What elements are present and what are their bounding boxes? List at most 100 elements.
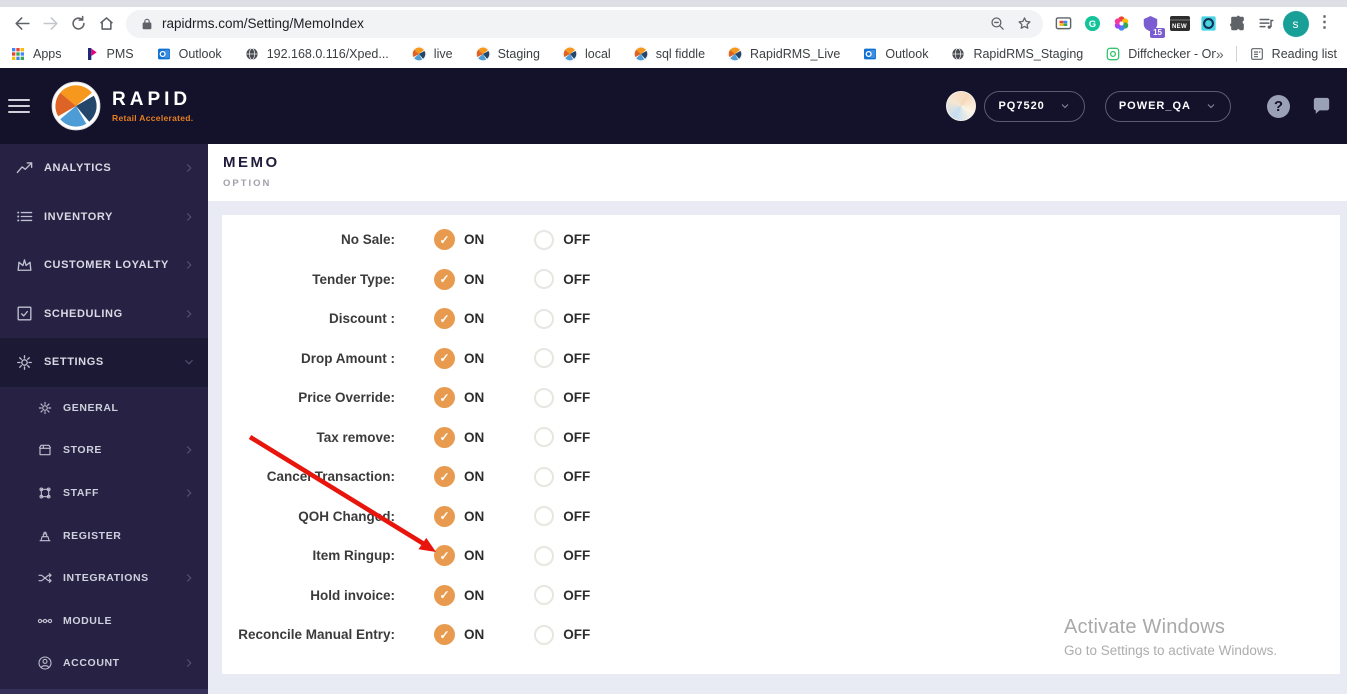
sidebar-subitem[interactable]: ACCOUNT bbox=[0, 642, 208, 685]
bookmark[interactable]: Diffchecker - Onlin... bbox=[1105, 46, 1216, 62]
help-button[interactable]: ? bbox=[1267, 94, 1290, 118]
sidebar-subitem-label: STORE bbox=[63, 444, 102, 457]
on-radio[interactable] bbox=[434, 545, 455, 567]
home-button[interactable] bbox=[92, 10, 120, 38]
off-label: OFF bbox=[563, 311, 591, 327]
back-button[interactable] bbox=[8, 10, 36, 38]
bookmark[interactable]: RapidRMS_Staging bbox=[950, 46, 1083, 62]
on-radio[interactable] bbox=[434, 584, 455, 606]
chev-right-icon bbox=[182, 486, 196, 500]
bookmark[interactable]: Outlook bbox=[862, 46, 928, 62]
off-radio[interactable] bbox=[534, 229, 555, 250]
option-row: Hold invoice: ON OFF bbox=[222, 576, 1340, 616]
bookmark[interactable]: Apps bbox=[10, 46, 62, 62]
user-avatar[interactable] bbox=[946, 91, 977, 121]
bookmark[interactable]: PMS bbox=[84, 46, 134, 62]
sidebar-item[interactable]: SETTINGS bbox=[0, 338, 208, 387]
sidebar-item[interactable]: SCHEDULING bbox=[0, 290, 208, 339]
hamburger-menu-icon[interactable] bbox=[8, 99, 30, 113]
sidebar-subitem[interactable]: STAFF bbox=[0, 472, 208, 515]
off-radio[interactable] bbox=[534, 624, 555, 645]
pms-icon bbox=[84, 46, 100, 62]
option-label: Tax remove: bbox=[316, 429, 395, 445]
off-label: OFF bbox=[563, 627, 591, 643]
off-label: OFF bbox=[563, 548, 591, 564]
off-radio[interactable] bbox=[534, 466, 555, 487]
rapid-icon bbox=[727, 46, 743, 62]
option-row: No Sale: ON OFF bbox=[222, 220, 1340, 260]
bookmark[interactable]: sql fiddle bbox=[633, 46, 705, 62]
url-text[interactable]: rapidrms.com/Setting/MemoIndex bbox=[162, 16, 979, 31]
on-radio[interactable] bbox=[434, 466, 455, 488]
bookmark[interactable]: Outlook bbox=[156, 46, 222, 62]
chev-right-icon bbox=[182, 443, 196, 457]
store-dropdown[interactable]: PQ7520 bbox=[984, 90, 1085, 122]
browser-menu-icon[interactable]: ⋮ bbox=[1310, 10, 1339, 38]
on-radio[interactable] bbox=[434, 268, 455, 290]
chat-button[interactable] bbox=[1310, 95, 1333, 118]
sidebar-item-label: SCHEDULING bbox=[44, 307, 123, 320]
off-radio[interactable] bbox=[534, 506, 555, 527]
browser-profile-avatar[interactable]: s bbox=[1281, 10, 1310, 38]
cast-extension-icon[interactable] bbox=[1049, 10, 1078, 38]
off-radio[interactable] bbox=[534, 348, 555, 369]
off-radio[interactable] bbox=[534, 545, 555, 566]
bookmark[interactable]: RapidRMS_Live bbox=[727, 46, 840, 62]
sidebar-subitem[interactable]: GENERAL bbox=[0, 387, 208, 430]
on-radio[interactable] bbox=[434, 624, 455, 646]
sidebar-item[interactable]: ANALYTICS bbox=[0, 144, 208, 193]
on-radio[interactable] bbox=[434, 505, 455, 527]
sidebar-subitem[interactable]: STORE bbox=[0, 429, 208, 472]
bookmark[interactable]: live bbox=[411, 46, 453, 62]
off-radio[interactable] bbox=[534, 387, 555, 408]
refresh-button[interactable] bbox=[64, 10, 92, 38]
new-extension-icon[interactable]: NEW bbox=[1165, 10, 1194, 38]
playlist-extension-icon[interactable] bbox=[1252, 10, 1281, 38]
on-radio[interactable] bbox=[434, 229, 455, 251]
forward-button[interactable] bbox=[36, 10, 64, 38]
extensions-puzzle-icon[interactable] bbox=[1223, 10, 1252, 38]
zoom-out-icon[interactable] bbox=[989, 15, 1006, 32]
off-radio[interactable] bbox=[534, 308, 555, 329]
on-radio[interactable] bbox=[434, 426, 455, 448]
off-label: OFF bbox=[563, 508, 591, 524]
app-header: RAPID Retail Accelerated. PQ7520 POWER_Q… bbox=[0, 68, 1347, 144]
on-label: ON bbox=[464, 627, 485, 643]
option-row: Item Ringup: ON OFF bbox=[222, 536, 1340, 576]
chev-right-icon bbox=[182, 656, 196, 670]
bookmark[interactable]: Staging bbox=[475, 46, 540, 62]
user-dropdown[interactable]: POWER_QA bbox=[1104, 90, 1231, 122]
off-radio[interactable] bbox=[534, 269, 555, 290]
sidebar-settings-submenu: GENERAL STORE STAFF REGISTER INTEGRATION… bbox=[0, 387, 208, 685]
reading-list-icon bbox=[1249, 46, 1265, 62]
lock-icon[interactable] bbox=[140, 17, 154, 31]
off-radio[interactable] bbox=[534, 585, 555, 606]
bookmark-star-icon[interactable] bbox=[1016, 15, 1033, 32]
shield-extension-icon[interactable]: 15 bbox=[1136, 10, 1165, 38]
on-radio[interactable] bbox=[434, 387, 455, 409]
option-label: Drop Amount : bbox=[301, 350, 395, 366]
sidebar-item[interactable]: INVENTORY bbox=[0, 193, 208, 242]
option-label: No Sale: bbox=[340, 232, 395, 248]
address-bar[interactable]: rapidrms.com/Setting/MemoIndex bbox=[126, 9, 1043, 38]
colorwheel-extension-icon[interactable] bbox=[1107, 10, 1136, 38]
on-radio[interactable] bbox=[434, 347, 455, 369]
page-subtitle: OPTION bbox=[223, 178, 272, 189]
sidebar-subitem[interactable]: REGISTER bbox=[0, 514, 208, 557]
on-radio[interactable] bbox=[434, 308, 455, 330]
sidebar-subitem[interactable]: MODULE bbox=[0, 599, 208, 642]
bookmark-label: RapidRMS_Staging bbox=[973, 47, 1084, 61]
sidebar-main-menu: ANALYTICS INVENTORY CUSTOMER LOYALTY SCH… bbox=[0, 144, 208, 387]
sidebar-subitem[interactable]: INTEGRATIONS bbox=[0, 557, 208, 600]
reading-list-button[interactable]: Reading list bbox=[1272, 47, 1337, 61]
bookmark-label: live bbox=[433, 47, 453, 61]
off-radio[interactable] bbox=[534, 427, 555, 448]
bookmark[interactable]: 192.168.0.116/Xped... bbox=[244, 46, 389, 62]
sidebar-item[interactable]: CUSTOMER LOYALTY bbox=[0, 241, 208, 290]
sidebar: ANALYTICS INVENTORY CUSTOMER LOYALTY SCH… bbox=[0, 144, 208, 694]
bookmark[interactable]: local bbox=[562, 46, 611, 62]
bookmarks-overflow-button[interactable]: » bbox=[1216, 46, 1224, 62]
teal-extension-icon[interactable] bbox=[1194, 10, 1223, 38]
grammarly-extension-icon[interactable] bbox=[1078, 10, 1107, 38]
person-icon bbox=[37, 655, 53, 671]
